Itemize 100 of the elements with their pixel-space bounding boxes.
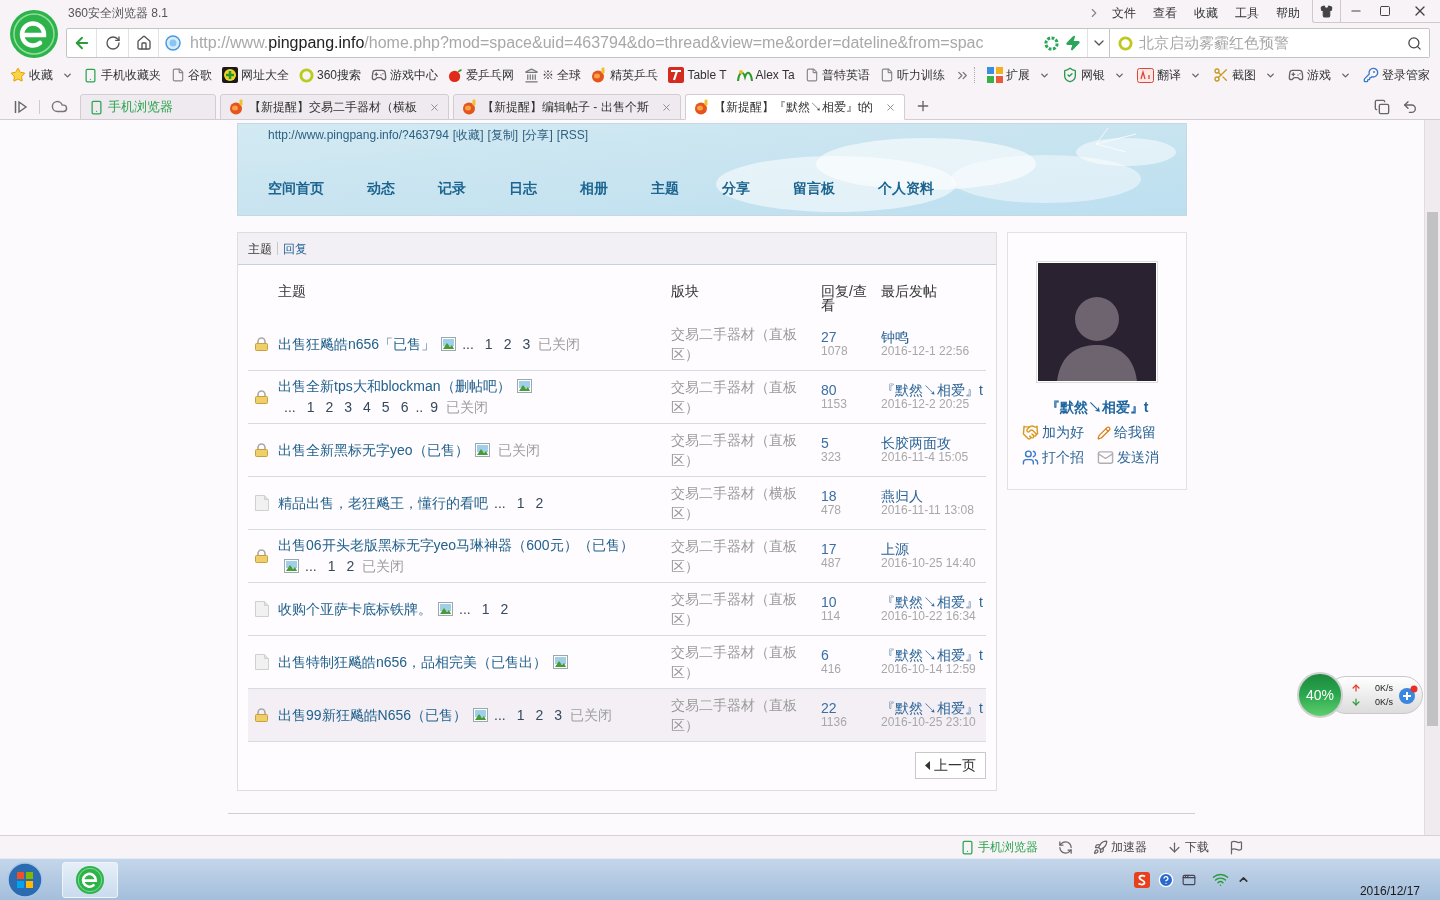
topic-link[interactable]: 收购个亚萨卡底标铁牌。 (278, 600, 432, 617)
browser-tab[interactable]: 【新提醒】『默然↘相爱』t的 (684, 94, 905, 120)
more-pages-link[interactable]: ... (459, 600, 471, 617)
page-link[interactable]: 1 (306, 399, 315, 415)
status-bar-button[interactable]: 加速器 (1093, 838, 1147, 856)
status-bar-button[interactable] (1229, 839, 1244, 855)
more-pages-link[interactable]: ... (305, 558, 317, 574)
topic-link[interactable]: 出售99新狂飚皓N656（已售） (278, 706, 468, 723)
menu-item[interactable]: 工具 (1226, 4, 1267, 22)
page-link[interactable]: 1 (516, 706, 525, 723)
page-link[interactable]: 1 (327, 558, 336, 574)
author-link[interactable]: 钟鸣 (881, 330, 909, 345)
page-link[interactable]: 1 (484, 335, 493, 352)
nav-link[interactable]: 动态 (367, 178, 395, 199)
topic-link[interactable]: 出售06开头老版黑标无字yeo马琳神器（600元）（已售） (278, 537, 634, 553)
author-link[interactable]: 『默然↘相爱』t (881, 701, 983, 716)
more-pages-link[interactable]: ... (494, 706, 506, 723)
status-bar-button[interactable] (1058, 839, 1073, 855)
search-field[interactable]: 北京启动雾霾红色预警 (1110, 28, 1430, 58)
bookmark-item[interactable]: 游戏中心 (371, 66, 439, 84)
url-text[interactable]: http://www.pingpang.info/home.php?mod=space&uid=463794&do=thread&view=me&order=dateline&from=spac (190, 31, 984, 55)
tab-close-icon[interactable] (429, 101, 440, 113)
nav-link[interactable]: 分享 (722, 178, 750, 199)
space-link[interactable]: [RSS] (556, 126, 589, 144)
toolbar-button[interactable]: 游戏 (1288, 66, 1351, 84)
topic-link[interactable]: 出售全新黑标无字yeo（已售） (278, 441, 469, 458)
scrollbar-thumb[interactable] (1427, 212, 1438, 726)
bookmark-item[interactable]: 谷歌 (171, 66, 212, 84)
author-link[interactable]: 燕归人 (881, 489, 923, 504)
page-link[interactable]: 3 (522, 335, 531, 352)
page-link[interactable]: 9 (430, 399, 439, 415)
author-link[interactable]: 长胶两面攻 (881, 436, 951, 451)
page-link[interactable]: 6 (400, 399, 409, 415)
menu-item[interactable]: 文件 (1103, 4, 1144, 22)
bookmark-item[interactable]: 手机收藏夹 (83, 66, 161, 84)
author-link[interactable]: 上源 (881, 542, 909, 557)
search-input[interactable]: 北京启动雾霾红色预警 (1139, 31, 1399, 55)
space-link[interactable]: [复制] (487, 126, 519, 144)
tab-close-icon[interactable] (885, 101, 896, 113)
sub-tab[interactable]: 主题 (248, 239, 272, 258)
toolbar-button[interactable]: 截图 (1213, 66, 1276, 84)
space-link[interactable]: [收藏] (452, 126, 484, 144)
nav-link[interactable]: 个人资料 (878, 178, 934, 199)
closed-tabs-icon[interactable] (1374, 98, 1390, 115)
thread-row[interactable]: 收购个亚萨卡底标铁牌。 ... 1 2 交易二手器材（直板区） 10 114 『默然↘相爱』t 2016-10-22 16:34 (248, 583, 986, 636)
page-link[interactable]: 4 (363, 399, 371, 415)
page-link[interactable]: 1 (516, 494, 525, 511)
toolbar-button[interactable]: 扩展 (987, 66, 1050, 84)
thread-row[interactable]: 出售全新黑标无字yeo（已售） 已关闭 交易二手器材（直板区） 5 323 长胶两面攻 2016-11-4 15:05 (248, 424, 986, 477)
bookmark-item[interactable]: Table T (668, 66, 727, 84)
bookmark-item[interactable]: 爱乒乓网 (448, 66, 515, 84)
author-link[interactable]: 『默然↘相爱』t (881, 595, 983, 610)
browser-tab[interactable]: 【新提醒】交易二手器材（横板 (220, 94, 449, 120)
cloud-icon[interactable] (51, 98, 68, 115)
topic-link[interactable]: 出售特制狂飚皓n656，品相完美（已售出） (278, 653, 548, 670)
window-icon[interactable] (1181, 872, 1196, 887)
page-link[interactable]: 2 (535, 494, 544, 511)
nav-link[interactable]: 主题 (651, 178, 679, 199)
bookmark-item[interactable]: 精英乒乓 (591, 66, 659, 84)
bookmark-item[interactable]: Alex Ta (736, 66, 795, 84)
bookmark-item[interactable]: ※ 全球 (524, 66, 582, 84)
space-link[interactable]: [分享] (522, 126, 553, 144)
start-button[interactable] (5, 859, 45, 900)
profile-action-link[interactable]: 加为好 (1022, 422, 1097, 443)
topic-link[interactable]: 出售狂飚皓n656「已售」 (278, 335, 436, 352)
signal-icon[interactable] (1211, 871, 1229, 888)
page-link[interactable]: 2 (325, 399, 334, 415)
add-badge-icon[interactable] (1398, 685, 1418, 705)
page-link[interactable]: 2 (503, 335, 512, 352)
thread-row[interactable]: 出售99新狂飚皓N656（已售） ... 1 2 3 已关闭 交易二手器材（直板区） 22 1136 『默然↘相爱』t 2016-10-25 23:10 (248, 689, 986, 742)
undo-icon[interactable] (1402, 98, 1418, 115)
more-pages-link[interactable]: ... (494, 494, 506, 511)
page-link[interactable]: 1 (481, 600, 490, 617)
menu-item[interactable]: 收藏 (1185, 4, 1226, 22)
author-link[interactable]: 『默然↘相爱』t (881, 383, 983, 398)
more-pages-link[interactable]: ... (462, 335, 474, 352)
taskbar-app-button[interactable] (62, 861, 118, 898)
browser-tab[interactable]: 【新提醒】编辑帖子 - 出售个斯 (453, 94, 681, 120)
more-pages-link[interactable]: ... (284, 399, 296, 415)
bookmark-item[interactable]: 听力训练 (879, 66, 945, 84)
tab-close-icon[interactable] (660, 101, 672, 113)
bookmark-item[interactable]: 360搜索 (299, 66, 362, 84)
topic-link[interactable]: 出售全新tps大和blockman（删帖吧） (278, 378, 511, 394)
sidebar-toggle-icon[interactable] (14, 99, 28, 114)
page-link[interactable]: 3 (554, 706, 563, 723)
toolbar-button[interactable]: 网银 (1062, 66, 1125, 84)
bookmark-item[interactable]: 收藏 (10, 66, 73, 84)
nav-link[interactable]: 空间首页 (268, 178, 324, 199)
profile-action-link[interactable]: 发送消 (1097, 447, 1172, 468)
new-tab-icon[interactable] (915, 98, 931, 114)
bookmark-item[interactable]: 网址大全 (222, 66, 289, 84)
toolbar-button[interactable]: 登录管家 (1363, 66, 1430, 84)
status-bar-button[interactable]: 下载 (1167, 838, 1209, 856)
author-link[interactable]: 『默然↘相爱』t (881, 648, 983, 663)
nav-link[interactable]: 记录 (438, 178, 466, 199)
swirl-tile-icon[interactable] (1133, 871, 1150, 888)
menu-item[interactable]: 查看 (1144, 4, 1185, 22)
thread-row[interactable]: 出售狂飚皓n656「已售」 ... 1 2 3 已关闭 交易二手器材（直板区） 27 1078 钟鸣 2016-12-1 22:56 (248, 318, 986, 371)
bookmark-item[interactable]: 普特英语 (804, 66, 870, 84)
profile-action-link[interactable]: 给我留 (1097, 422, 1172, 443)
